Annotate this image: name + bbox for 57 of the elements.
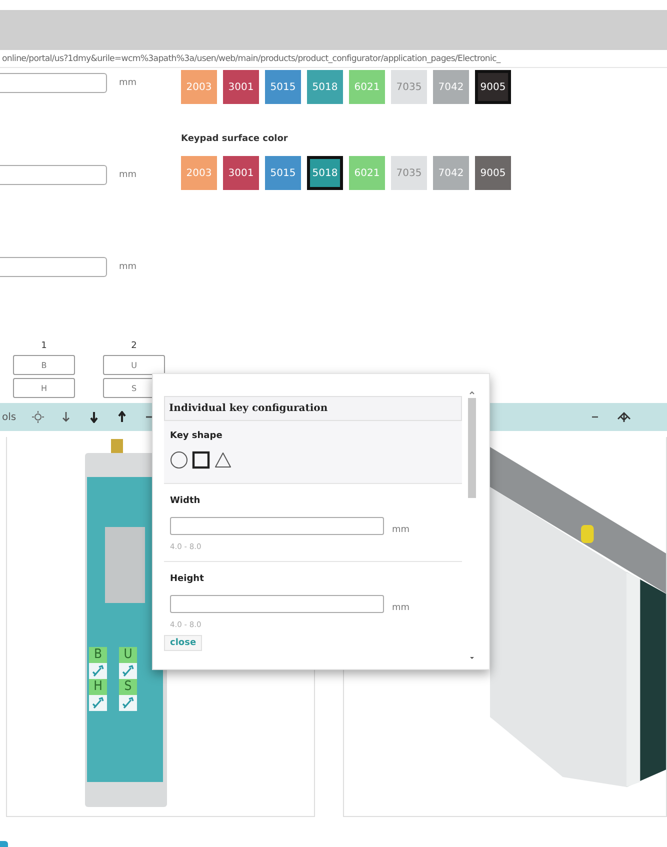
input-field[interactable] [0,257,107,277]
key-label: H [89,679,107,695]
color-swatch[interactable]: 7042 [433,156,469,190]
color-swatch[interactable]: 3001 [223,70,259,104]
scrollbar-thumb[interactable] [468,398,476,498]
scroll-up-icon[interactable] [469,390,475,396]
color-swatch[interactable]: 7035 [391,156,427,190]
wrench-icon [89,663,107,679]
toolbar-label: ols [2,412,16,422]
key-label: B [89,647,107,663]
input-field[interactable] [170,595,384,613]
color-swatch[interactable]: 7035 [391,70,427,104]
dialog-title: Individual key configuration [164,396,462,421]
color-swatch[interactable]: 9005 [475,70,511,104]
column-heading: 1 [41,340,47,352]
color-swatch[interactable]: 2003 [181,156,217,190]
color-swatch[interactable]: 5015 [265,156,301,190]
unit-label: mm [119,170,137,180]
input-field[interactable] [0,165,107,185]
triangle-shape-icon[interactable] [214,451,232,469]
wrench-icon [119,695,137,711]
unit-label: mm [392,603,410,613]
sun-icon[interactable] [32,411,44,423]
arrow-up-icon[interactable] [116,411,128,423]
color-swatch[interactable]: 6021 [349,156,385,190]
color-swatch[interactable]: 6021 [349,70,385,104]
section-title: Keypad surface color [181,134,289,144]
input-field[interactable] [170,517,384,535]
rotate-view-icon[interactable] [617,411,631,423]
wrench-icon [89,695,107,711]
color-swatch[interactable]: 7042 [433,70,469,104]
field-label: Height [170,574,205,584]
field-label: Width [170,496,202,506]
scroll-down-icon[interactable] [469,655,475,661]
color-swatch[interactable]: 5018 [307,156,343,190]
square-shape-icon[interactable] [192,451,210,469]
close-button[interactable]: close [164,635,202,651]
color-swatch[interactable]: 2003 [181,70,217,104]
input-field[interactable] [0,73,107,93]
key-label: S [119,679,137,695]
color-swatch[interactable]: 3001 [223,156,259,190]
field-label: Key shape [170,431,224,441]
arrow-down-icon[interactable] [60,411,72,423]
column-heading: 2 [131,340,137,352]
key-label: U [119,647,137,663]
arrow-down-icon[interactable] [88,411,100,423]
unit-label: mm [119,78,137,88]
color-swatch[interactable]: 5015 [265,70,301,104]
unit-label: mm [119,262,137,272]
color-swatch[interactable]: 9005 [475,156,511,190]
url-text: online/portal/us?1dmy&urile=wcm%3apath%3a/usen/web/main/products/product_configurator/application_pages/Electronic_ [1,54,500,64]
color-swatch[interactable]: 5018 [307,70,343,104]
unit-label: mm [392,525,410,535]
key-cell[interactable]: H [13,378,75,398]
circle-shape-icon[interactable] [170,451,188,469]
key-cell[interactable]: B [13,355,75,375]
wrench-icon [119,663,137,679]
